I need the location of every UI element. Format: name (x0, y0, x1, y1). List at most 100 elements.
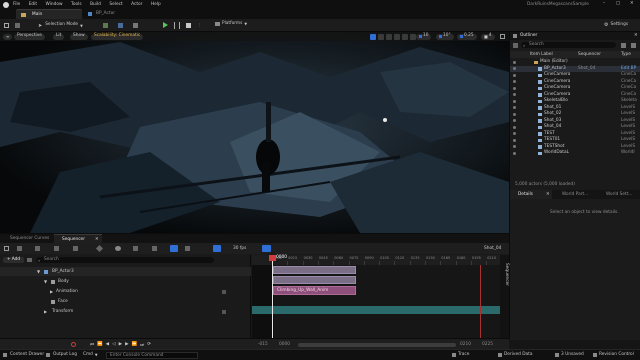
track-row[interactable]: ▼ Body (0, 277, 251, 286)
snap-options-icon[interactable] (185, 246, 190, 251)
key-edit-icon[interactable] (152, 246, 157, 251)
close-icon[interactable]: ✕ (634, 33, 638, 38)
find-icon[interactable] (17, 246, 22, 251)
playhead-handle[interactable] (269, 255, 276, 261)
visibility-icon[interactable] (513, 80, 516, 83)
outliner-row[interactable]: TESTShot LevelS (510, 144, 640, 150)
view-options-icon[interactable] (115, 246, 121, 251)
outliner-row[interactable]: CineCamera CineCa (510, 85, 640, 91)
save-icon[interactable] (4, 22, 9, 28)
column-type[interactable]: Type (621, 52, 631, 57)
play-options-icon[interactable]: ⋮ (198, 23, 202, 27)
outliner-search-input[interactable]: ⌕ Search (521, 42, 616, 48)
stop-button[interactable] (186, 22, 191, 28)
blueprint-menu-icon[interactable] (118, 22, 123, 28)
outliner-add-icon[interactable] (621, 42, 626, 48)
rotation-snap-button[interactable]: 10° (436, 33, 454, 40)
next-frame-icon[interactable]: ▶ (125, 342, 128, 348)
visibility-icon[interactable] (513, 145, 516, 148)
derived-data-button[interactable]: Derived Data (498, 352, 532, 357)
level-viewport[interactable]: ≡ Perspective Lit Show Scalability: Cine… (0, 32, 509, 233)
menu-file[interactable]: File (13, 2, 20, 7)
scalability-button[interactable]: Scalability: Cinematic (91, 33, 144, 40)
lit-button[interactable]: Lit (53, 33, 65, 40)
outliner-row[interactable]: SkeletalBlo Skeleta (510, 98, 640, 104)
add-track-button[interactable]: + Add (3, 257, 24, 263)
perspective-button[interactable]: Perspective (14, 33, 45, 40)
autokey-button[interactable] (262, 245, 271, 252)
playhead[interactable] (272, 255, 273, 341)
content-drawer-button[interactable]: Content Drawer (3, 352, 44, 357)
breadcrumb-shot[interactable]: Shot_04 (484, 246, 501, 251)
outliner-row[interactable]: TEST LevelS (510, 131, 640, 137)
visibility-icon[interactable] (513, 151, 516, 155)
platforms-button[interactable]: Platforms ▼ (215, 21, 247, 27)
section-bar[interactable] (273, 276, 356, 284)
maximize-icon[interactable]: □ (616, 1, 620, 6)
track-row[interactable]: ▼ BP_Actor3 (0, 267, 251, 276)
tab-world-partition[interactable]: World Part... (554, 190, 596, 199)
snap-toggle-icon[interactable] (170, 245, 178, 252)
track-row[interactable]: Face (0, 297, 251, 306)
outliner-row[interactable]: WorldDataL WorldI (510, 150, 640, 156)
grid-snap-button[interactable]: 10 (416, 33, 432, 40)
menu-window[interactable]: Window (46, 2, 63, 7)
prev-frame-icon[interactable]: ◀ (106, 342, 109, 348)
viewport-layout-icon[interactable] (500, 34, 505, 39)
track-search-input[interactable]: ⌕ Search (36, 257, 214, 263)
visibility-icon[interactable] (513, 119, 516, 122)
time-ruler[interactable]: 0000 0015 0030 0045 0060 0075 0090 0105 0120 0135… (252, 255, 500, 265)
outliner-item-type[interactable]: Edit BP (621, 66, 636, 71)
visibility-icon[interactable] (513, 60, 516, 64)
playback-options-icon[interactable] (73, 246, 78, 251)
cinematics-icon[interactable] (133, 22, 138, 28)
close-icon[interactable]: ✕ (95, 237, 99, 242)
menu-tools[interactable]: Tools (71, 2, 82, 7)
close-icon[interactable]: ✕ (546, 192, 550, 197)
camera-speed-button[interactable]: ■ 4 (481, 33, 495, 40)
content-icon[interactable] (15, 22, 20, 28)
selection-mode-button[interactable]: ➤ Selection Mode ▼ (38, 22, 83, 30)
revision-control-button[interactable]: Revision Control (593, 352, 634, 357)
render-movie-icon[interactable] (35, 246, 40, 251)
step-button[interactable] (174, 22, 180, 29)
loop-icon[interactable]: ⟳ (147, 342, 151, 348)
view-start-frame[interactable]: -015 (258, 342, 268, 347)
timeline[interactable]: 0000 0015 0030 0045 0060 0075 0090 0105 0120 0135… (252, 255, 500, 341)
outliner-row[interactable]: BP_Actor3 Shot_04 Edit BP (510, 65, 640, 72)
tab-world-settings[interactable]: World Sett... (598, 190, 640, 199)
visibility-icon[interactable] (513, 99, 516, 103)
visibility-icon[interactable] (513, 125, 516, 129)
outliner-row[interactable]: Shot_03 LevelS (510, 118, 640, 124)
track-row[interactable]: ▶ Transform (0, 307, 251, 316)
outliner-row[interactable]: CineCamera CineCa (510, 79, 640, 85)
visibility-icon[interactable] (513, 67, 516, 70)
show-button[interactable]: Show (70, 33, 88, 40)
tab-details[interactable]: Details ✕ (510, 190, 552, 199)
curve-editor-icon[interactable] (133, 246, 138, 251)
section-bar[interactable] (273, 266, 356, 274)
column-sequencer[interactable]: Sequencer (578, 52, 601, 57)
visibility-icon[interactable] (513, 138, 516, 142)
rotate-tool-icon[interactable] (386, 33, 392, 40)
viewport-options-button[interactable]: ≡ (3, 33, 13, 40)
unsaved-button[interactable]: 3 Unsaved (555, 352, 584, 357)
visibility-icon[interactable] (513, 132, 516, 135)
visibility-icon[interactable] (513, 112, 516, 116)
jump-end-icon[interactable]: ⏭ (140, 342, 144, 348)
select-tool-icon[interactable] (370, 33, 376, 40)
menu-build[interactable]: Build (90, 2, 101, 7)
jump-start-icon[interactable]: ⏮ (90, 342, 94, 348)
settings-button[interactable]: ⚙ Settings (604, 22, 628, 28)
add-key-icon[interactable] (222, 309, 226, 314)
visibility-icon[interactable] (513, 86, 516, 90)
menu-select[interactable]: Select (109, 2, 122, 7)
timeline-scrollbar[interactable] (298, 342, 456, 347)
scale-tool-icon[interactable] (394, 33, 400, 40)
track-row[interactable]: ▶ Animation (0, 287, 251, 296)
play-reverse-icon[interactable]: ◁ (112, 342, 115, 348)
move-tool-icon[interactable] (378, 33, 384, 40)
visibility-icon[interactable] (513, 93, 516, 96)
tab-sequencer-curves[interactable]: Sequencer Curves (2, 234, 52, 243)
next-key-icon[interactable]: ⏩ (132, 342, 138, 348)
